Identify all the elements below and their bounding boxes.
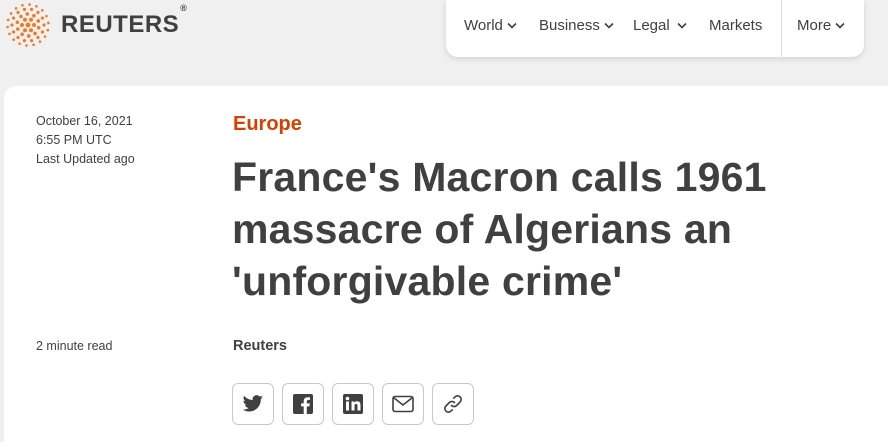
logo-dot xyxy=(36,25,41,30)
logo-dot xyxy=(41,9,44,12)
logo-dot xyxy=(16,35,20,40)
logo-dot xyxy=(25,44,28,47)
chevron-down-icon xyxy=(835,22,845,29)
reuters-dots-icon xyxy=(6,3,50,47)
logo-dot xyxy=(22,7,27,11)
article-meta: October 16, 2021 6:55 PM UTC Last Update… xyxy=(36,112,135,169)
reuters-logo[interactable]: REUTERS® xyxy=(4,2,187,48)
share-facebook-button[interactable] xyxy=(282,383,324,425)
nav-item-world[interactable]: World xyxy=(464,17,517,34)
logo-dot xyxy=(35,5,38,8)
nav-item-markets[interactable]: Markets xyxy=(709,17,762,34)
publish-time: 6:55 PM UTC xyxy=(36,133,112,147)
logo-dot xyxy=(29,7,34,11)
share-twitter-button[interactable] xyxy=(232,383,274,425)
chevron-down-icon xyxy=(677,22,687,29)
logo-dot xyxy=(6,25,9,29)
logo-dot xyxy=(23,28,27,33)
chevron-down-icon xyxy=(507,22,517,29)
link-icon xyxy=(444,395,462,413)
logo-dot xyxy=(36,10,40,15)
logo-dot xyxy=(14,7,18,10)
logo-dot xyxy=(33,31,37,36)
logo-dot xyxy=(26,34,31,38)
logo-dot xyxy=(23,17,27,22)
nav-item-label: Markets xyxy=(709,17,763,34)
logo-dot xyxy=(36,35,40,40)
logo-dot xyxy=(42,23,46,27)
logo-dot xyxy=(29,28,33,33)
logo-dot xyxy=(32,23,36,27)
nav-item-label: World xyxy=(464,17,503,34)
nav-divider xyxy=(781,0,782,57)
logo-dot xyxy=(40,30,45,34)
twitter-icon xyxy=(242,395,263,412)
logo-dot xyxy=(32,13,36,18)
chevron-down-icon xyxy=(604,22,614,29)
logo-dot xyxy=(15,20,20,25)
last-updated: Last Updated ago xyxy=(36,152,135,166)
read-time: 2 minute read xyxy=(36,339,113,353)
logo-dot xyxy=(20,32,24,37)
byline: Reuters xyxy=(233,338,287,354)
logo-dot xyxy=(20,23,24,27)
logo-dot xyxy=(29,39,34,43)
section-link[interactable]: Europe xyxy=(233,113,302,136)
nav-item-more[interactable]: More xyxy=(797,17,845,34)
logo-dot xyxy=(32,43,35,47)
nav-item-business[interactable]: Business xyxy=(539,17,614,34)
logo-dot xyxy=(15,27,20,31)
share-email-button[interactable] xyxy=(382,383,424,425)
logo-dot xyxy=(19,14,23,19)
main-nav: World Business Legal Markets More xyxy=(446,0,864,57)
article-card: October 16, 2021 6:55 PM UTC Last Update… xyxy=(4,86,888,442)
logo-dot xyxy=(38,40,42,43)
logo-dot xyxy=(18,42,21,45)
linkedin-icon xyxy=(343,394,363,414)
nav-item-legal[interactable]: Legal xyxy=(633,17,687,34)
logo-dot xyxy=(8,32,11,36)
share-bar xyxy=(232,383,474,425)
nav-item-label: More xyxy=(797,17,832,34)
facebook-icon xyxy=(293,394,313,414)
logo-dot xyxy=(40,16,45,20)
logo-dot xyxy=(22,39,27,43)
logo-dot xyxy=(25,22,31,28)
logo-dot xyxy=(45,14,48,18)
brand-name: REUTERS® xyxy=(61,3,188,38)
publish-date: October 16, 2021 xyxy=(36,114,133,128)
logo-dot xyxy=(11,30,16,34)
logo-dot xyxy=(6,18,10,22)
logo-dot xyxy=(10,23,14,27)
share-linkedin-button[interactable] xyxy=(332,383,374,425)
email-icon xyxy=(392,395,414,413)
logo-dot xyxy=(43,35,47,38)
logo-dot xyxy=(11,16,16,20)
logo-dot xyxy=(36,19,41,23)
logo-dot xyxy=(47,21,50,25)
logo-dot xyxy=(12,38,15,41)
logo-dot xyxy=(29,17,33,22)
logo-dot xyxy=(28,3,31,6)
logo-dot xyxy=(9,12,13,15)
article-headline: France's Macron calls 1961 massacre of A… xyxy=(232,154,767,304)
logo-dot xyxy=(25,12,30,16)
logo-dot xyxy=(46,28,50,32)
copy-link-button[interactable] xyxy=(432,383,474,425)
logo-dot xyxy=(21,3,24,7)
nav-item-label: Legal xyxy=(633,17,670,34)
logo-dot xyxy=(16,10,20,15)
nav-item-label: Business xyxy=(539,17,600,34)
